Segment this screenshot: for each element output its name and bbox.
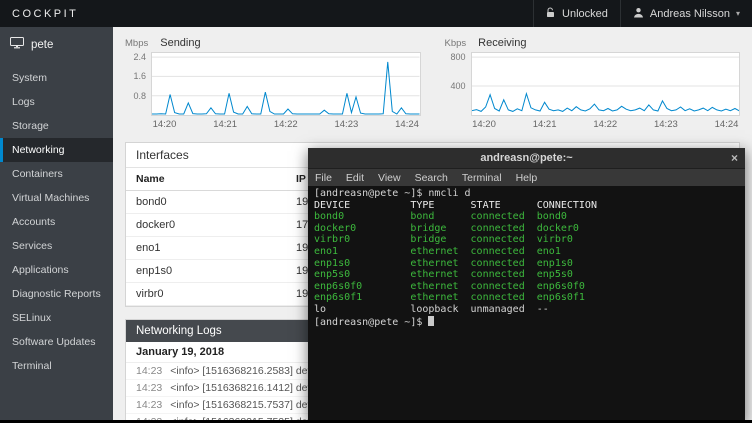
sidebar-item-networking[interactable]: Networking: [0, 138, 113, 162]
sidebar-item-applications[interactable]: Applications: [0, 258, 113, 282]
server-icon: [10, 37, 24, 52]
sidebar-main-nav: SystemLogsStorageNetworkingContainersVir…: [0, 66, 113, 258]
network-charts: Mbps Sending 2.41.60.8 14:2014:2114:2214…: [125, 37, 740, 130]
y-tick-label: 1.6: [133, 71, 146, 81]
host-name: pete: [31, 39, 53, 51]
log-time: 14:23: [136, 365, 162, 377]
log-message: <info> [1516368216.2583] device: [170, 365, 326, 377]
screen: COCKPIT Unlocked Andreas Nilsson ▾ pete: [0, 0, 752, 423]
x-tick-label: 14:21: [213, 119, 237, 130]
y-tick-label: 800: [450, 52, 465, 62]
sidebar-item-containers[interactable]: Containers: [0, 162, 113, 186]
cockpit-brand[interactable]: COCKPIT: [0, 8, 90, 20]
terminal-line: [andreasn@pete ~]$ nmcli d: [314, 188, 739, 200]
interface-name[interactable]: docker0: [126, 214, 286, 237]
y-tick-label: 2.4: [133, 52, 146, 62]
sidebar-item-storage[interactable]: Storage: [0, 114, 113, 138]
terminal-menu-file[interactable]: File: [308, 172, 339, 184]
terminal-line: DEVICE TYPE STATE CONNECTION: [314, 200, 739, 212]
receiving-unit-label: Kbps: [445, 38, 467, 49]
receiving-x-axis: 14:20 14:21 14:22 14:23 14:24: [471, 116, 741, 130]
sending-unit-label: Mbps: [125, 38, 148, 49]
sidebar-item-diagnostic-reports[interactable]: Diagnostic Reports: [0, 282, 113, 306]
topbar-actions: Unlocked Andreas Nilsson ▾: [533, 0, 752, 27]
log-message: <info> [1516368215.7537] device: [170, 399, 326, 411]
terminal-line: enp6s0f0 ethernet connected enp6s0f0: [314, 281, 739, 293]
user-name-label: Andreas Nilsson: [650, 8, 730, 20]
interface-name[interactable]: bond0: [126, 191, 286, 214]
terminal-content[interactable]: [andreasn@pete ~]$ nmcli dDEVICE TYPE ST…: [308, 186, 745, 423]
x-tick-label: 14:24: [395, 119, 419, 130]
terminal-line: virbr0 bridge connected virbr0: [314, 234, 739, 246]
sidebar-item-selinux[interactable]: SELinux: [0, 306, 113, 330]
sidebar: pete SystemLogsStorageNetworkingContaine…: [0, 27, 113, 423]
terminal-line: docker0 bridge connected docker0: [314, 223, 739, 235]
sidebar-item-logs[interactable]: Logs: [0, 90, 113, 114]
interface-name[interactable]: eno1: [126, 237, 286, 260]
terminal-titlebar[interactable]: andreasn@pete:~ ×: [308, 148, 745, 169]
terminal-menu-edit[interactable]: Edit: [339, 172, 371, 184]
sending-chart: Mbps Sending 2.41.60.8 14:2014:2114:2214…: [125, 37, 421, 130]
sending-chart-title: Sending: [160, 37, 200, 49]
receiving-plot-area[interactable]: [471, 52, 741, 116]
terminal-menubar: FileEditViewSearchTerminalHelp: [308, 169, 745, 186]
terminal-line: [andreasn@pete ~]$: [314, 316, 739, 329]
terminal-window: andreasn@pete:~ × FileEditViewSearchTerm…: [308, 148, 745, 423]
terminal-menu-view[interactable]: View: [371, 172, 408, 184]
x-tick-label: 14:20: [153, 119, 177, 130]
x-tick-label: 14:23: [334, 119, 358, 130]
user-menu-button[interactable]: Andreas Nilsson ▾: [620, 0, 752, 27]
sidebar-item-software-updates[interactable]: Software Updates: [0, 330, 113, 354]
receiving-y-axis: 800 400: [445, 52, 471, 116]
x-tick-label: 14:23: [654, 119, 678, 130]
user-icon: [633, 7, 644, 21]
terminal-line: enp5s0 ethernet connected enp5s0: [314, 269, 739, 281]
log-time: 14:23: [136, 382, 162, 394]
unlocked-button[interactable]: Unlocked: [533, 0, 620, 27]
terminal-menu-terminal[interactable]: Terminal: [455, 172, 509, 184]
interface-name[interactable]: enp1s0: [126, 260, 286, 283]
sidebar-item-accounts[interactable]: Accounts: [0, 210, 113, 234]
unlock-icon: [546, 7, 556, 21]
sidebar-item-terminal[interactable]: Terminal: [0, 354, 113, 378]
x-tick-label: 14:21: [533, 119, 557, 130]
terminal-line: lo loopback unmanaged --: [314, 304, 739, 316]
sidebar-item-virtual-machines[interactable]: Virtual Machines: [0, 186, 113, 210]
interfaces-column-header: Name: [126, 168, 286, 191]
terminal-line: bond0 bond connected bond0: [314, 211, 739, 223]
log-time: 14:23: [136, 399, 162, 411]
sending-y-axis: 2.4 1.6 0.8: [125, 52, 151, 116]
log-message: <info> [1516368216.1412] device: [170, 382, 326, 394]
y-tick-label: 400: [450, 81, 465, 91]
topbar: COCKPIT Unlocked Andreas Nilsson ▾: [0, 0, 752, 27]
x-tick-label: 14:20: [472, 119, 496, 130]
terminal-menu-help[interactable]: Help: [509, 172, 545, 184]
host-switcher[interactable]: pete: [0, 27, 113, 66]
y-tick-label: 0.8: [133, 91, 146, 101]
x-tick-label: 14:22: [593, 119, 617, 130]
sidebar-item-services[interactable]: Services: [0, 234, 113, 258]
x-tick-label: 14:24: [715, 119, 739, 130]
sidebar-item-system[interactable]: System: [0, 66, 113, 90]
unlocked-label: Unlocked: [562, 8, 608, 20]
terminal-cursor: [428, 316, 434, 326]
sending-x-axis: 14:20 14:21 14:22 14:23 14:24: [151, 116, 421, 130]
sending-plot-area[interactable]: [151, 52, 421, 116]
chevron-down-icon: ▾: [736, 9, 740, 18]
x-tick-label: 14:22: [274, 119, 298, 130]
terminal-title: andreasn@pete:~: [480, 152, 572, 164]
receiving-chart-title: Receiving: [478, 37, 526, 49]
close-icon[interactable]: ×: [731, 148, 738, 168]
receiving-chart: Kbps Receiving 800400 14:2014:2114:2214:…: [445, 37, 741, 130]
sidebar-tools-nav: ApplicationsDiagnostic ReportsSELinuxSof…: [0, 258, 113, 378]
interface-name[interactable]: virbr0: [126, 283, 286, 306]
terminal-line: enp6s0f1 ethernet connected enp6s0f1: [314, 292, 739, 304]
terminal-menu-search[interactable]: Search: [408, 172, 455, 184]
terminal-line: eno1 ethernet connected eno1: [314, 246, 739, 258]
terminal-line: enp1s0 ethernet connected enp1s0: [314, 258, 739, 270]
